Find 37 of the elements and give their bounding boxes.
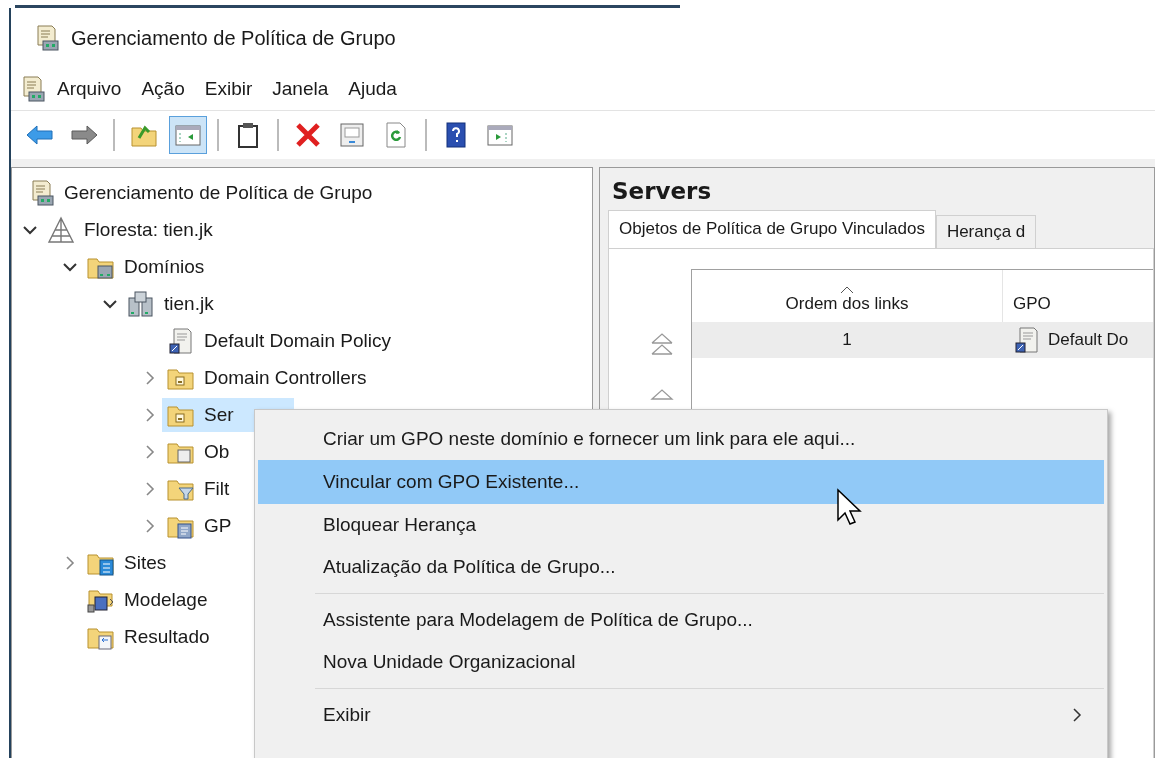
properties-icon xyxy=(337,120,367,150)
tree-item[interactable]: Domínios xyxy=(82,249,209,284)
tree-item[interactable]: Floresta: tien.jk xyxy=(42,212,217,247)
tree-item[interactable]: Ob xyxy=(162,434,234,469)
tree-item[interactable]: GP xyxy=(162,508,236,543)
menu-item[interactable]: Vincular com GPO Existente... xyxy=(258,460,1104,504)
menu-item[interactable]: Exibir xyxy=(194,74,263,104)
tree-item[interactable]: Default Domain Policy xyxy=(162,323,395,358)
tree-item[interactable]: Modelage xyxy=(82,582,212,617)
window-title: Gerenciamento de Política de Grupo xyxy=(71,26,396,50)
pane-title: Servers xyxy=(611,178,713,206)
tree-item[interactable]: Sites xyxy=(82,545,171,580)
tree-item[interactable]: Domain Controllers xyxy=(162,360,371,395)
menu-item[interactable]: Atualização da Política de Grupo... xyxy=(258,546,1104,588)
tree-item[interactable]: Filt xyxy=(162,471,234,506)
server-group-icon xyxy=(126,288,156,319)
table-cell: Default Do xyxy=(1048,330,1129,350)
table-cell-text: 1 xyxy=(841,330,853,350)
menu-item[interactable]: Assistente para Modelagem de Política de Grupo... xyxy=(258,599,1104,641)
move-to-top-icon[interactable] xyxy=(649,331,675,357)
menu-item[interactable]: Ação xyxy=(131,74,195,104)
tab[interactable]: Herança d xyxy=(935,215,1037,248)
tree-item[interactable]: Gerenciamento de Política de Grupo xyxy=(22,175,377,210)
menu-item[interactable]: Bloquear Herança xyxy=(258,504,1104,546)
table-row[interactable]: 1 Default Do xyxy=(692,322,1153,358)
tree-item[interactable]: tien.jk xyxy=(122,286,218,321)
menu-item[interactable]: Arquivo xyxy=(47,74,132,104)
menu-item[interactable]: Ajuda xyxy=(338,74,407,104)
menu-item[interactable]: Exibir xyxy=(258,694,1104,736)
tree-item[interactable]: Resultado xyxy=(82,619,214,654)
menu-item[interactable]: Janela xyxy=(262,74,339,104)
forest-icon xyxy=(46,214,76,245)
mouse-cursor-icon xyxy=(836,488,864,528)
column-header[interactable]: GPO xyxy=(1003,270,1051,322)
menu-item[interactable]: Nova Unidade Organizacional xyxy=(258,641,1104,683)
move-up-icon[interactable] xyxy=(649,387,675,401)
tab[interactable]: Objetos de Política de Grupo Vinculados xyxy=(608,210,936,248)
